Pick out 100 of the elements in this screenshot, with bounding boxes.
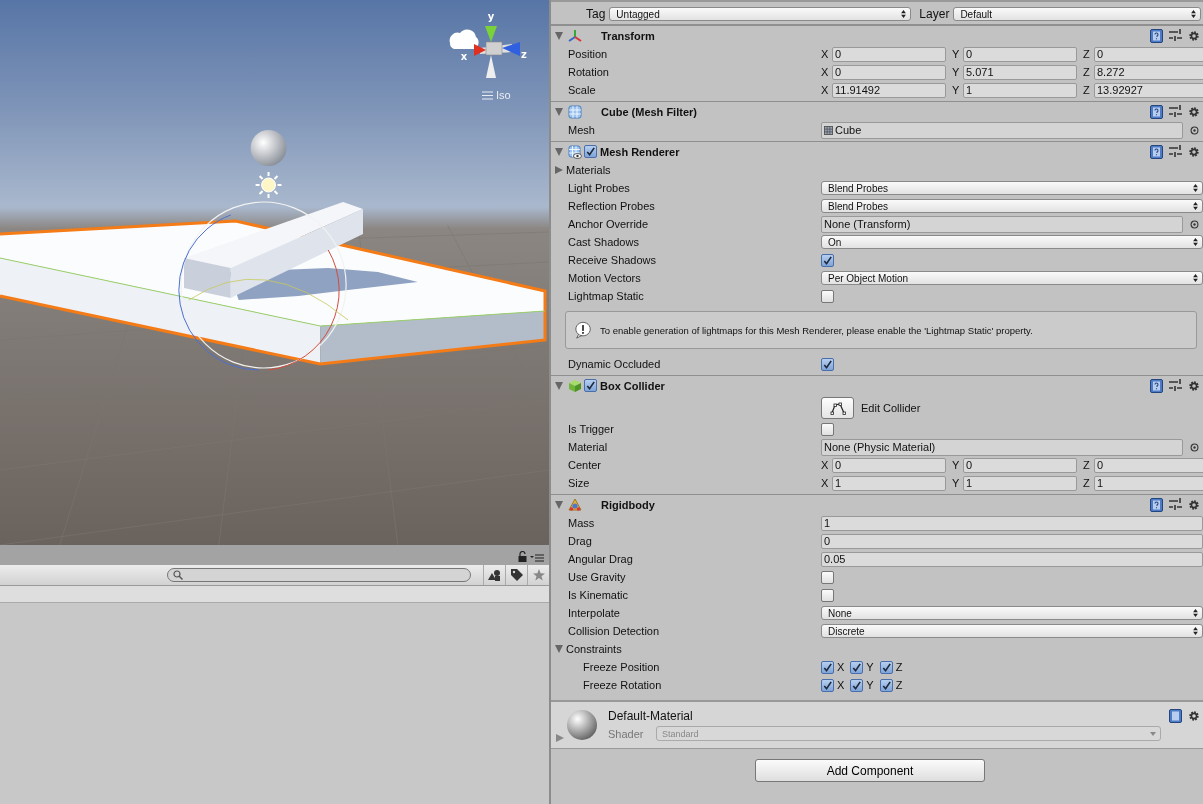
- checkbox[interactable]: [821, 660, 834, 674]
- help-book-icon[interactable]: [1150, 497, 1163, 512]
- settings-icon[interactable]: [1188, 379, 1200, 392]
- object-field[interactable]: None (Transform): [821, 215, 1183, 233]
- material-name: Default-Material: [608, 709, 694, 723]
- checkbox[interactable]: [821, 570, 834, 584]
- sliders-icon[interactable]: [1169, 29, 1182, 42]
- checkbox[interactable]: [821, 357, 834, 371]
- checkbox[interactable]: [879, 660, 893, 674]
- component-header[interactable]: Transform: [551, 26, 1203, 45]
- lock-icon[interactable]: [518, 551, 527, 562]
- orientation-gizmo[interactable]: y x z: [435, 8, 545, 88]
- number-field[interactable]: 0: [963, 457, 1077, 473]
- edit-shape-icon: [829, 400, 846, 415]
- field-label: Angular Drag: [568, 553, 634, 565]
- checkbox[interactable]: [850, 678, 864, 692]
- number-field[interactable]: 0: [1094, 46, 1203, 62]
- sliders-icon[interactable]: [1169, 105, 1182, 118]
- object-field[interactable]: None (Physic Material): [821, 438, 1183, 456]
- component-header[interactable]: Box Collider: [551, 376, 1203, 395]
- number-field[interactable]: 1: [963, 475, 1077, 491]
- field-label: Layer: [919, 7, 950, 21]
- settings-icon[interactable]: [1188, 145, 1200, 158]
- object-field[interactable]: Cube: [821, 121, 1183, 139]
- tag-dropdown[interactable]: Untagged: [609, 7, 912, 21]
- search-icon: [173, 570, 183, 580]
- number-field[interactable]: 1: [821, 515, 1203, 531]
- number-field[interactable]: 8.272: [1094, 64, 1203, 80]
- dropdown[interactable]: None: [821, 606, 1203, 620]
- checkbox[interactable]: [584, 145, 597, 158]
- grid-icon: [568, 104, 582, 119]
- number-field[interactable]: 5.071: [963, 64, 1077, 80]
- sliders-icon[interactable]: [1169, 145, 1182, 158]
- number-field[interactable]: 0.05: [821, 551, 1203, 567]
- component-title: Rigidbody: [601, 498, 655, 511]
- number-field[interactable]: 1: [1094, 475, 1203, 491]
- number-field[interactable]: 0: [1094, 457, 1203, 473]
- layer-dropdown[interactable]: Default: [953, 7, 1201, 21]
- number-field[interactable]: 0: [832, 46, 946, 62]
- settings-icon[interactable]: [1188, 498, 1200, 511]
- help-book-icon[interactable]: [1150, 378, 1163, 393]
- axis-label: Y: [952, 66, 961, 78]
- checkbox[interactable]: [850, 660, 864, 674]
- number-field[interactable]: 1: [963, 82, 1077, 98]
- axis-label: X: [821, 477, 830, 489]
- component-title: Cube (Mesh Filter): [601, 105, 697, 118]
- axis-label: Y: [866, 661, 874, 673]
- sliders-icon[interactable]: [1169, 379, 1182, 392]
- number-field[interactable]: 0: [963, 46, 1077, 62]
- dropdown[interactable]: On: [821, 235, 1203, 249]
- checkbox[interactable]: [821, 678, 834, 692]
- field-label: Mesh: [568, 124, 596, 136]
- help-book-icon[interactable]: [1150, 104, 1163, 119]
- help-book-icon[interactable]: [1169, 709, 1182, 723]
- settings-icon[interactable]: [1188, 710, 1200, 722]
- field-label: Receive Shadows: [568, 254, 658, 266]
- dropdown[interactable]: Blend Probes: [821, 181, 1203, 195]
- checkbox[interactable]: [821, 422, 834, 436]
- foldout[interactable]: Constraints: [555, 643, 622, 655]
- grid-eye-icon: [568, 144, 582, 159]
- search-field[interactable]: [167, 568, 471, 582]
- checkbox[interactable]: [821, 253, 834, 267]
- field-label: Mass: [568, 517, 596, 529]
- field-label: Reflection Probes: [568, 200, 656, 212]
- help-book-icon[interactable]: [1150, 144, 1163, 159]
- number-field[interactable]: 0: [821, 533, 1203, 549]
- axis-label: X: [821, 84, 830, 96]
- help-book-icon[interactable]: [1150, 28, 1163, 43]
- caret-icon: [1193, 238, 1198, 246]
- object-picker-icon[interactable]: [1190, 125, 1199, 135]
- dropdown[interactable]: Per Object Motion: [821, 271, 1203, 285]
- field-label: Lightmap Static: [568, 290, 645, 302]
- number-field[interactable]: 0: [832, 64, 946, 80]
- foldout-arrow[interactable]: [555, 31, 563, 40]
- sliders-icon[interactable]: [1169, 498, 1182, 511]
- number-field[interactable]: 13.92927: [1094, 82, 1203, 98]
- tag-icon: [510, 569, 523, 581]
- dropdown[interactable]: Discrete: [821, 624, 1203, 638]
- add-component-button[interactable]: Add Component: [755, 759, 985, 782]
- checkbox[interactable]: [584, 379, 597, 392]
- scene-view[interactable]: y x z Iso: [0, 0, 549, 545]
- number-field[interactable]: 0: [832, 457, 946, 473]
- number-field[interactable]: 11.91492: [832, 82, 946, 98]
- checkbox[interactable]: [879, 678, 893, 692]
- object-picker-icon[interactable]: [1190, 219, 1199, 229]
- component-title: Mesh Renderer: [600, 145, 680, 158]
- settings-icon[interactable]: [1188, 29, 1200, 42]
- dropdown[interactable]: Blend Probes: [821, 199, 1203, 213]
- foldout[interactable]: Materials: [555, 164, 611, 176]
- grid-icon: [824, 125, 833, 135]
- settings-icon[interactable]: [1188, 105, 1200, 118]
- edit-collider-button[interactable]: [821, 396, 854, 419]
- axis-label: Z: [1083, 459, 1091, 471]
- checkbox[interactable]: [821, 588, 834, 602]
- component-header[interactable]: Rigidbody: [551, 495, 1203, 514]
- number-field[interactable]: 1: [832, 475, 946, 491]
- checkbox[interactable]: [821, 289, 834, 303]
- field-label: Light Probes: [568, 182, 631, 194]
- object-picker-icon[interactable]: [1190, 442, 1199, 452]
- component-header[interactable]: Mesh Renderer: [551, 142, 1203, 161]
